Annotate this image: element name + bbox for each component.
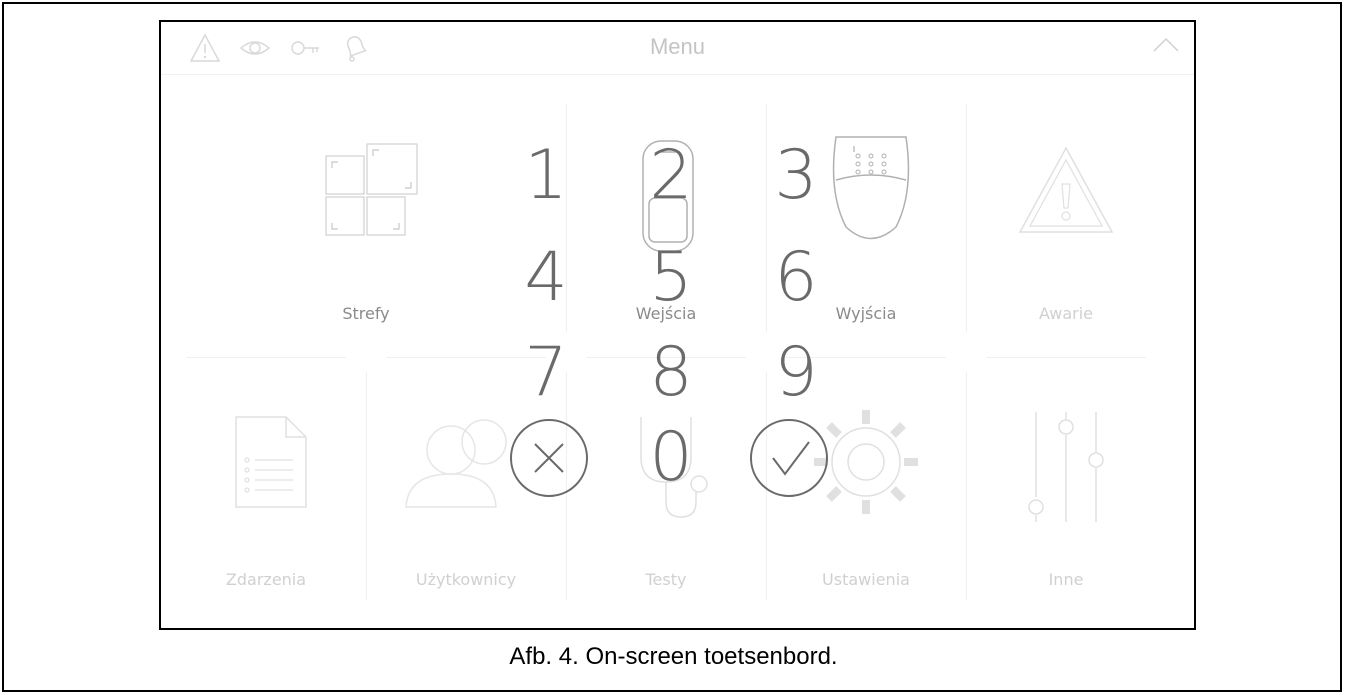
key-7[interactable]: 7	[496, 339, 596, 407]
tile-label: Zdarzenia	[225, 570, 307, 589]
tile-strefy[interactable]: Strefy	[266, 104, 466, 344]
key-0[interactable]: 0	[621, 424, 721, 492]
key-1[interactable]: 1	[496, 142, 596, 210]
cancel-icon[interactable]	[509, 418, 589, 498]
sliders-icon	[1028, 412, 1104, 522]
tile-inne[interactable]: Inne	[966, 372, 1166, 612]
figure-caption: Afb. 4. On-screen toetsenbord.	[509, 643, 838, 670]
warning-icon	[1018, 146, 1114, 233]
key-3[interactable]: 3	[746, 142, 846, 210]
tile-zdarzenia[interactable]: Zdarzenia	[166, 372, 366, 612]
tile-label: Testy	[645, 570, 687, 589]
tile-label: Inne	[1048, 570, 1084, 589]
key-2[interactable]: 2	[621, 142, 721, 210]
tile-awarie[interactable]: Awarie	[966, 104, 1166, 344]
tile-label: Awarie	[1038, 304, 1094, 323]
zones-icon	[325, 143, 418, 236]
menu-title: Menu	[649, 34, 706, 59]
grid-divider	[186, 357, 346, 358]
key-9[interactable]: 9	[746, 339, 846, 407]
key-6[interactable]: 6	[746, 244, 846, 312]
key-5[interactable]: 5	[621, 244, 721, 312]
key-8[interactable]: 8	[621, 339, 721, 407]
key-4[interactable]: 4	[496, 244, 596, 312]
top-bar: Menu	[161, 22, 1194, 75]
tile-label: Ustawienia	[822, 570, 910, 589]
chevron-up-icon[interactable]	[1152, 34, 1180, 54]
events-icon	[235, 416, 307, 508]
grid-divider	[986, 357, 1146, 358]
tile-label: Strefy	[342, 304, 390, 323]
confirm-icon[interactable]	[749, 418, 829, 498]
tile-label: Użytkownicy	[415, 570, 517, 589]
touch-screen: Menu Strefy Wejścia Wyjścia Awarie Zdarz…	[159, 20, 1196, 630]
